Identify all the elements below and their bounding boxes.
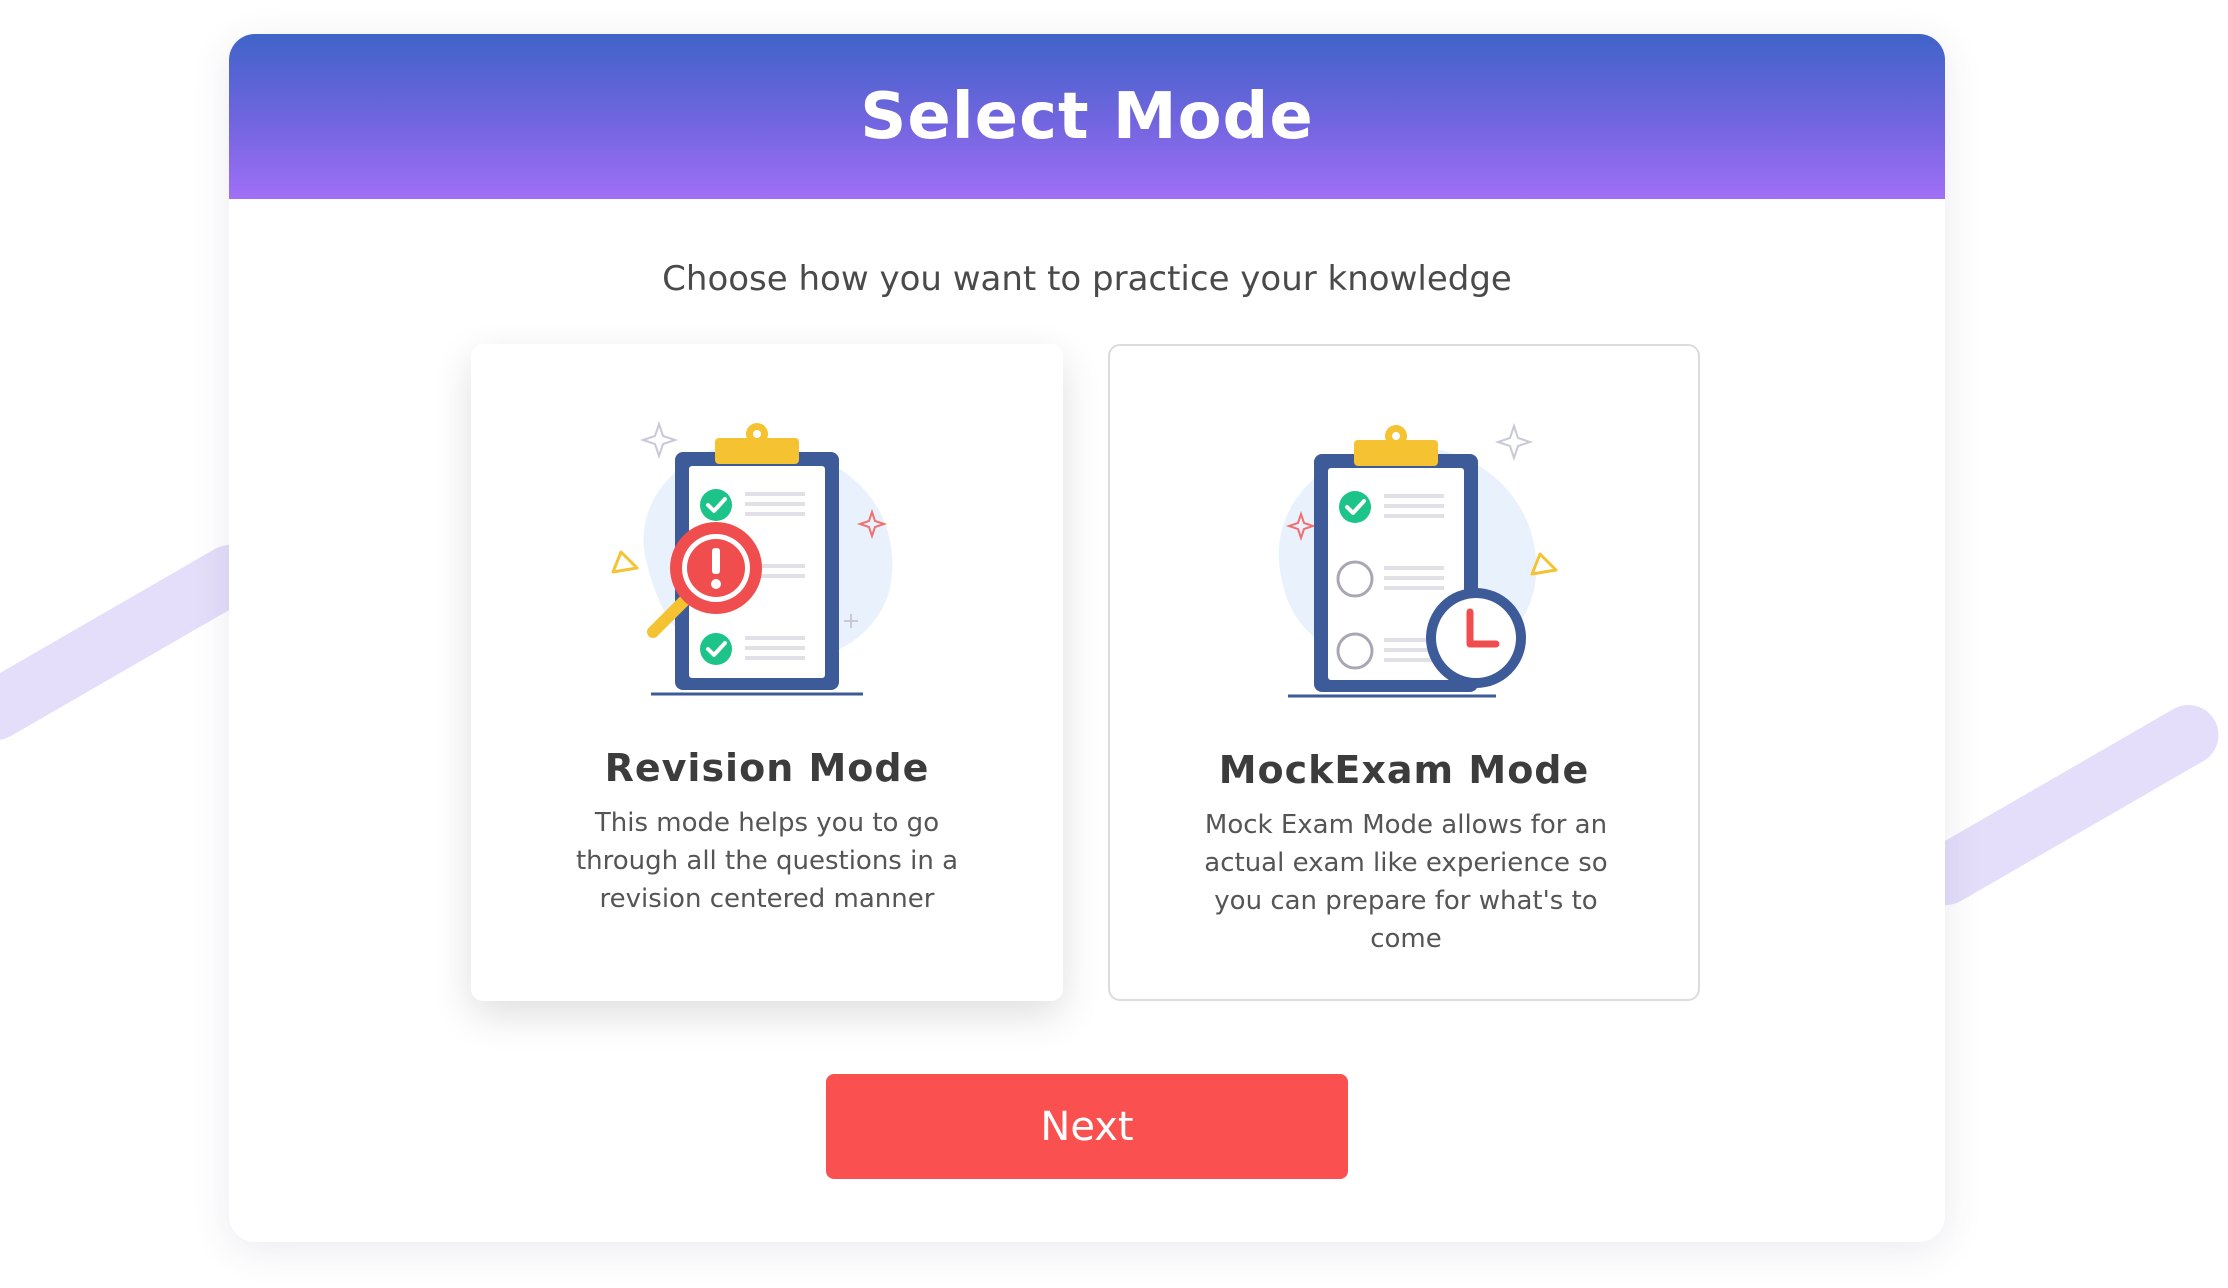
decorative-stripe-right xyxy=(1905,694,2228,916)
clipboard-clock-icon xyxy=(1278,422,1558,698)
stage: Select Mode Choose how you want to pract… xyxy=(0,0,2228,1288)
mockexam-mode-description: Mock Exam Mode allows for an actual exam… xyxy=(1204,810,1608,954)
clipboard-magnifier-icon xyxy=(611,420,893,696)
page-title: Select Mode xyxy=(860,79,1314,154)
panel-header: Select Mode xyxy=(229,34,1945,199)
revision-mode-card[interactable]: Revision Mode This mode helps you to go … xyxy=(471,344,1063,1001)
revision-mode-description: This mode helps you to go through all th… xyxy=(575,808,959,914)
mockexam-mode-title: MockExam Mode xyxy=(1218,748,1590,792)
select-mode-panel: Select Mode Choose how you want to pract… xyxy=(229,34,1945,1242)
next-button[interactable]: Next xyxy=(826,1074,1348,1179)
mockexam-mode-card[interactable]: MockExam Mode Mock Exam Mode allows for … xyxy=(1108,344,1700,1001)
page-subtitle: Choose how you want to practice your kno… xyxy=(662,259,1512,299)
revision-mode-title: Revision Mode xyxy=(604,746,930,790)
